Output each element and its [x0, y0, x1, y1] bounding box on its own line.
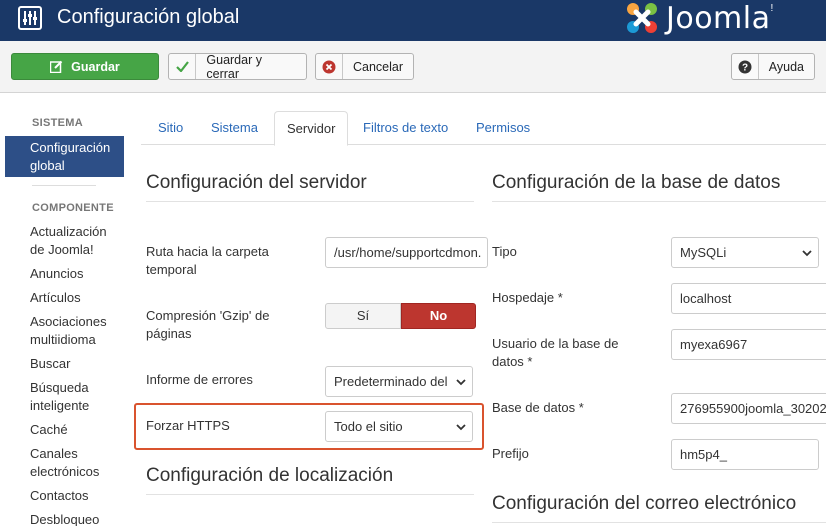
- config-tabs: Sitio Sistema Servidor Filtros de texto …: [141, 111, 826, 146]
- sidebar-divider: [32, 185, 96, 186]
- cancel-label: Cancelar: [352, 59, 403, 74]
- db-host-input[interactable]: localhost: [671, 283, 826, 314]
- error-reporting-value: Predeterminado del: [334, 374, 448, 389]
- db-name-input[interactable]: 276955900joomla_30202: [671, 393, 826, 424]
- page-title: Configuración global: [57, 6, 240, 28]
- sidebar-item-contacts[interactable]: Contactos: [30, 487, 130, 505]
- cancel-button[interactable]: Cancelar: [315, 53, 414, 80]
- sidebar-item-joomla-update[interactable]: Actualización de Joomla!: [30, 223, 130, 259]
- joomla-logo[interactable]: Joomla!: [622, 0, 773, 36]
- error-reporting-label: Informe de errores: [146, 372, 253, 387]
- sliders-icon: [18, 6, 42, 30]
- svg-text:?: ?: [742, 62, 748, 73]
- sidebar-item-label: Búsqueda: [30, 380, 89, 395]
- db-type-select[interactable]: MySQLi: [671, 237, 819, 268]
- save-close-button[interactable]: Guardar y cerrar: [168, 52, 307, 81]
- mail-section-title: Configuración del correo electrónico: [492, 493, 797, 514]
- tab-system[interactable]: Sistema: [199, 111, 270, 145]
- sidebar-item-label: de Joomla!: [30, 242, 94, 257]
- db-user-input[interactable]: myexa6967: [671, 329, 826, 360]
- joomla-logo-icon: [627, 3, 657, 33]
- tab-site[interactable]: Sitio: [146, 111, 195, 145]
- db-type-value: MySQLi: [680, 245, 727, 260]
- help-label: Ayuda: [768, 59, 804, 74]
- gzip-toggle: Sí No: [325, 303, 476, 329]
- cancel-icon: [322, 60, 336, 73]
- section-divider: [146, 201, 474, 202]
- sidebar-heading-component: COMPONENTE: [32, 202, 114, 214]
- sidebar-item-label: Caché: [30, 422, 68, 437]
- sidebar-item-associations[interactable]: Asociaciones multiidioma: [30, 313, 130, 349]
- help-button[interactable]: ? Ayuda: [731, 53, 815, 80]
- chevron-down-icon: [456, 424, 466, 431]
- sidebar-heading-system: SISTEMA: [32, 117, 83, 129]
- section-divider: [492, 522, 826, 523]
- edit-icon: [50, 60, 63, 73]
- sidebar-item-label: Configuración: [30, 140, 111, 155]
- db-type-label: Tipo: [492, 244, 517, 259]
- temp-path-label: Ruta hacia la carpeta temporal: [146, 244, 269, 277]
- tab-text-filters[interactable]: Filtros de texto: [351, 111, 460, 145]
- gzip-yes-option[interactable]: Sí: [325, 303, 401, 329]
- sidebar-item-articles[interactable]: Artículos: [30, 289, 130, 307]
- server-section-title: Configuración del servidor: [146, 172, 367, 193]
- chevron-down-icon: [456, 379, 466, 386]
- tab-permissions[interactable]: Permisos: [464, 111, 542, 145]
- db-host-label: Hospedaje *: [492, 290, 563, 305]
- check-icon: [175, 61, 189, 72]
- database-section-title: Configuración de la base de datos: [492, 172, 781, 193]
- sidebar-item-label: Actualización: [30, 224, 107, 239]
- sidebar-item-cache[interactable]: Caché: [30, 421, 130, 439]
- sidebar-item-checkin[interactable]: Desbloqueo: [30, 511, 130, 526]
- sidebar: SISTEMA Configuración global COMPONENTE …: [0, 93, 130, 526]
- sidebar-item-label: global: [30, 158, 65, 173]
- sidebar-item-label: multiidioma: [30, 332, 96, 347]
- chevron-down-icon: [802, 250, 812, 257]
- sidebar-item-global-config[interactable]: Configuración global: [5, 136, 124, 177]
- sidebar-item-label: Contactos: [30, 488, 89, 503]
- db-prefix-input[interactable]: hm5p4_: [671, 439, 819, 470]
- save-label: Guardar: [71, 59, 120, 74]
- question-icon: ?: [738, 60, 752, 73]
- db-user-label: Usuario de la base de datos *: [492, 336, 619, 369]
- section-divider: [146, 494, 474, 495]
- error-reporting-select[interactable]: Predeterminado del: [325, 366, 473, 397]
- sidebar-item-label: electrónicos: [30, 464, 100, 479]
- sidebar-item-label: Asociaciones: [30, 314, 107, 329]
- sidebar-item-label: Anuncios: [30, 266, 84, 281]
- gzip-no-option[interactable]: No: [401, 303, 476, 329]
- sidebar-item-label: Canales: [30, 446, 78, 461]
- sidebar-item-label: Artículos: [30, 290, 81, 305]
- sidebar-item-smart-search[interactable]: Búsqueda inteligente: [30, 379, 130, 415]
- brand-reg: !: [770, 2, 774, 14]
- section-divider: [492, 201, 826, 202]
- force-https-select[interactable]: Todo el sitio: [325, 411, 473, 442]
- sidebar-item-search[interactable]: Buscar: [30, 355, 130, 373]
- sidebar-item-banners[interactable]: Anuncios: [30, 265, 130, 283]
- force-https-label: Forzar HTTPS: [146, 418, 230, 433]
- db-name-label: Base de datos *: [492, 400, 584, 415]
- toolbar: Guardar Guardar y cerrar Cancelar ? Ayud…: [0, 41, 826, 93]
- sidebar-item-label: Buscar: [30, 356, 71, 371]
- sidebar-item-label: Desbloqueo: [30, 512, 100, 526]
- temp-path-input[interactable]: /usr/home/supportcdmon.: [325, 237, 488, 268]
- app-header: Configuración global Joomla!: [0, 0, 826, 41]
- sidebar-item-label: inteligente: [30, 398, 90, 413]
- locale-section-title: Configuración de localización: [146, 465, 394, 486]
- force-https-value: Todo el sitio: [334, 419, 403, 434]
- save-close-label: Guardar y cerrar: [206, 52, 262, 81]
- sidebar-item-newsfeeds[interactable]: Canales electrónicos: [30, 445, 130, 481]
- tab-server[interactable]: Servidor: [274, 111, 349, 146]
- brand-name: Joomla: [666, 0, 771, 36]
- save-button[interactable]: Guardar: [11, 53, 159, 80]
- gzip-label: Compresión 'Gzip' de páginas: [146, 308, 270, 341]
- db-prefix-label: Prefijo: [492, 446, 529, 461]
